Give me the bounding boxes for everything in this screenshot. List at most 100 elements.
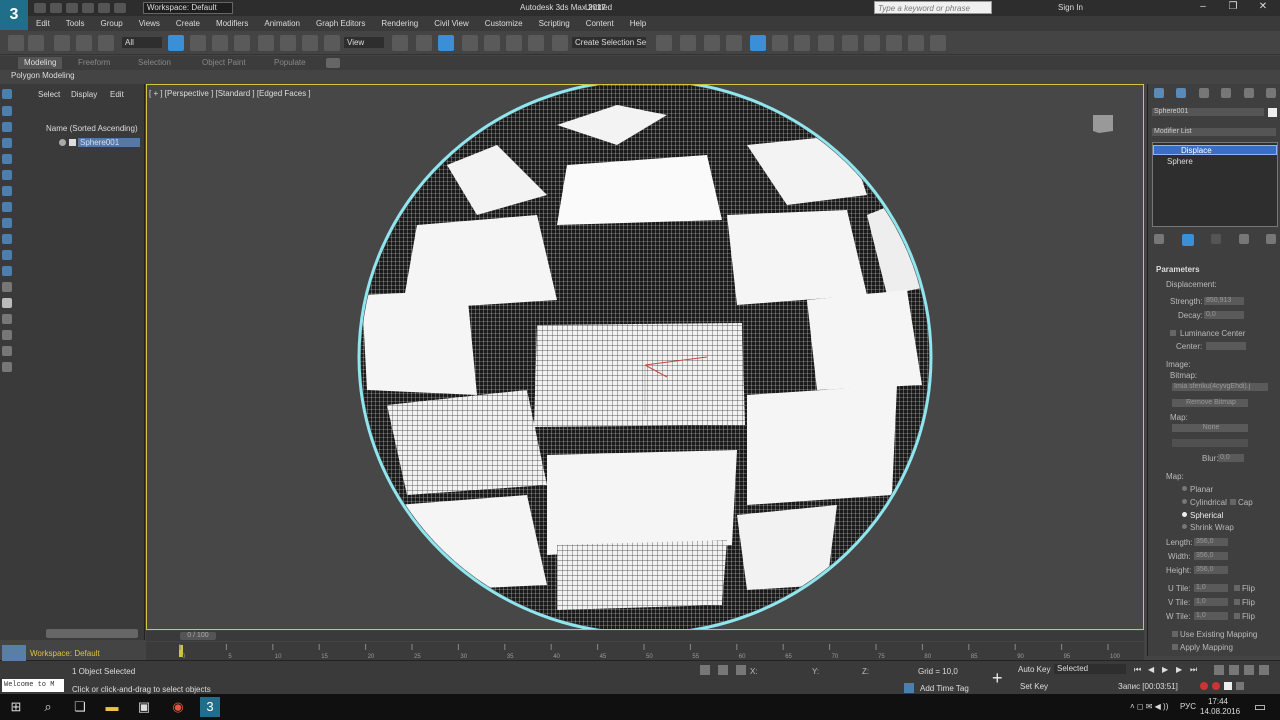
- filter-frozen-icon[interactable]: [2, 266, 12, 276]
- selection-filter-dropdown[interactable]: All: [122, 37, 162, 48]
- width-spinner[interactable]: 356,0: [1194, 552, 1228, 560]
- tab-selection[interactable]: Selection: [132, 57, 177, 69]
- maxscript-listener[interactable]: Welcome to M: [2, 679, 64, 692]
- go-to-start-icon[interactable]: ⏮: [1134, 665, 1144, 675]
- task-view-icon[interactable]: ❏: [70, 697, 90, 717]
- link-icon[interactable]: [54, 35, 70, 51]
- previous-frame-icon[interactable]: ◀: [1148, 665, 1158, 675]
- minimize-icon[interactable]: –: [1196, 1, 1210, 13]
- stack-item-displace[interactable]: Displace: [1153, 145, 1277, 155]
- u-flip-checkbox[interactable]: [1234, 585, 1240, 591]
- add-time-tag-button[interactable]: Add Time Tag: [920, 684, 969, 693]
- cap-checkbox[interactable]: [1230, 499, 1236, 505]
- bind-space-warp-icon[interactable]: [98, 35, 114, 51]
- filter-geometry-icon[interactable]: [2, 106, 12, 116]
- material-editor-button[interactable]: [818, 35, 834, 51]
- curve-editor-button[interactable]: [772, 35, 788, 51]
- maximize-icon[interactable]: ❐: [1226, 1, 1240, 13]
- w-flip-checkbox[interactable]: [1234, 613, 1240, 619]
- play-icon[interactable]: ▶: [1162, 665, 1172, 675]
- zoom-extents-icon[interactable]: [1244, 665, 1254, 675]
- filter-space-warps-icon[interactable]: [2, 186, 12, 196]
- configure-sets-icon[interactable]: [1266, 234, 1276, 244]
- display-children-icon[interactable]: [2, 282, 12, 292]
- x-coordinate-label[interactable]: X:: [750, 667, 758, 676]
- render-production-button[interactable]: [886, 35, 902, 51]
- strength-spinner[interactable]: 850,913: [1204, 297, 1244, 305]
- input-language[interactable]: РУС: [1180, 702, 1196, 711]
- percent-snap-toggle[interactable]: [506, 35, 522, 51]
- tray-icons[interactable]: ˄ ◻ ✉ ◀ )): [1130, 702, 1168, 711]
- absolute-mode-icon[interactable]: [736, 665, 746, 675]
- height-spinner[interactable]: 356,0: [1194, 566, 1228, 574]
- set-key-plus-icon[interactable]: +: [992, 669, 1003, 687]
- object-name-field[interactable]: Sphere001: [1152, 108, 1264, 116]
- a360-render-button[interactable]: [930, 35, 946, 51]
- file-explorer-icon[interactable]: ▬: [102, 697, 122, 717]
- apply-mapping-checkbox[interactable]: [1172, 644, 1178, 650]
- vtile-spinner[interactable]: 1,0: [1194, 598, 1228, 606]
- undo-button[interactable]: [8, 35, 24, 51]
- sync-selection-icon[interactable]: [2, 330, 12, 340]
- open-file-icon[interactable]: [50, 3, 62, 13]
- zoom-icon[interactable]: [1214, 665, 1224, 675]
- record-icon[interactable]: [1200, 682, 1208, 690]
- window-crossing-button[interactable]: [234, 35, 250, 51]
- utile-spinner[interactable]: 1,0: [1194, 584, 1228, 592]
- render-iterative-button[interactable]: [908, 35, 924, 51]
- menu-content[interactable]: Content: [578, 19, 622, 28]
- menu-tools[interactable]: Tools: [58, 19, 93, 28]
- perspective-viewport[interactable]: [ + ] [Perspective ] [Standard ] [Edged …: [146, 84, 1144, 630]
- scene-explorer-button[interactable]: [704, 35, 720, 51]
- find-icon[interactable]: [2, 362, 12, 372]
- undo-icon[interactable]: [82, 3, 94, 13]
- cylindrical-radio[interactable]: [1182, 499, 1187, 504]
- time-slider[interactable]: 0 / 100: [180, 632, 216, 640]
- utilities-tab-icon[interactable]: [1265, 88, 1276, 98]
- layer-explorer-button[interactable]: [726, 35, 742, 51]
- next-frame-icon[interactable]: ▶: [1176, 665, 1186, 675]
- unlink-icon[interactable]: [76, 35, 92, 51]
- modifier-list-dropdown[interactable]: Modifier List: [1152, 128, 1276, 136]
- maxscript-mini-listener-icon[interactable]: [2, 645, 26, 661]
- filter-display-all-icon[interactable]: [2, 89, 12, 99]
- rect-selection-button[interactable]: [212, 35, 228, 51]
- planar-radio[interactable]: [1182, 486, 1187, 491]
- pivot-center-button[interactable]: [392, 35, 408, 51]
- edit-named-selection-button[interactable]: [552, 35, 568, 51]
- reference-coordinate-dropdown[interactable]: View: [344, 37, 384, 48]
- menu-create[interactable]: Create: [168, 19, 208, 28]
- filter-xrefs-icon[interactable]: [2, 218, 12, 228]
- menu-civil-view[interactable]: Civil View: [426, 19, 477, 28]
- display-tab-icon[interactable]: [1243, 88, 1254, 98]
- menu-scripting[interactable]: Scripting: [531, 19, 578, 28]
- save-file-icon[interactable]: [66, 3, 78, 13]
- wtile-spinner[interactable]: 1,0: [1194, 612, 1228, 620]
- place-button[interactable]: [324, 35, 340, 51]
- menu-help[interactable]: Help: [622, 19, 654, 28]
- search-input[interactable]: Type a keyword or phrase: [874, 1, 992, 14]
- windows-start-icon[interactable]: ⊞: [6, 697, 26, 717]
- scene-horizontal-scrollbar[interactable]: [46, 629, 138, 638]
- workspace-footer[interactable]: Workspace: Default: [30, 649, 100, 658]
- y-coordinate-label[interactable]: Y:: [812, 667, 819, 676]
- redo-icon[interactable]: [98, 3, 110, 13]
- system-clock[interactable]: 17:44 14.08.2016: [1200, 697, 1240, 717]
- visibility-eye-icon[interactable]: [59, 139, 66, 146]
- workspace-select[interactable]: Workspace: Default: [143, 2, 233, 14]
- remove-modifier-icon[interactable]: [1238, 234, 1249, 244]
- redo-button[interactable]: [28, 35, 44, 51]
- pin-stack-icon[interactable]: [1154, 234, 1164, 244]
- filter-groups-icon[interactable]: [2, 202, 12, 212]
- zoom-all-icon[interactable]: [1229, 665, 1239, 675]
- filter-cameras-icon[interactable]: [2, 154, 12, 164]
- z-coordinate-label[interactable]: Z:: [862, 667, 869, 676]
- track-bar[interactable]: 0 5 10 15 20 25 30 35 40 45 50 55 60 65 70 75 80 85 90 95 10…: [146, 642, 1144, 660]
- menu-modifiers[interactable]: Modifiers: [208, 19, 256, 28]
- luminance-center-checkbox[interactable]: [1170, 330, 1176, 336]
- v-flip-checkbox[interactable]: [1234, 599, 1240, 605]
- show-end-result-icon[interactable]: [1181, 234, 1194, 246]
- menu-animation[interactable]: Animation: [256, 19, 308, 28]
- menu-rendering[interactable]: Rendering: [373, 19, 426, 28]
- time-tag-icon[interactable]: [904, 683, 914, 693]
